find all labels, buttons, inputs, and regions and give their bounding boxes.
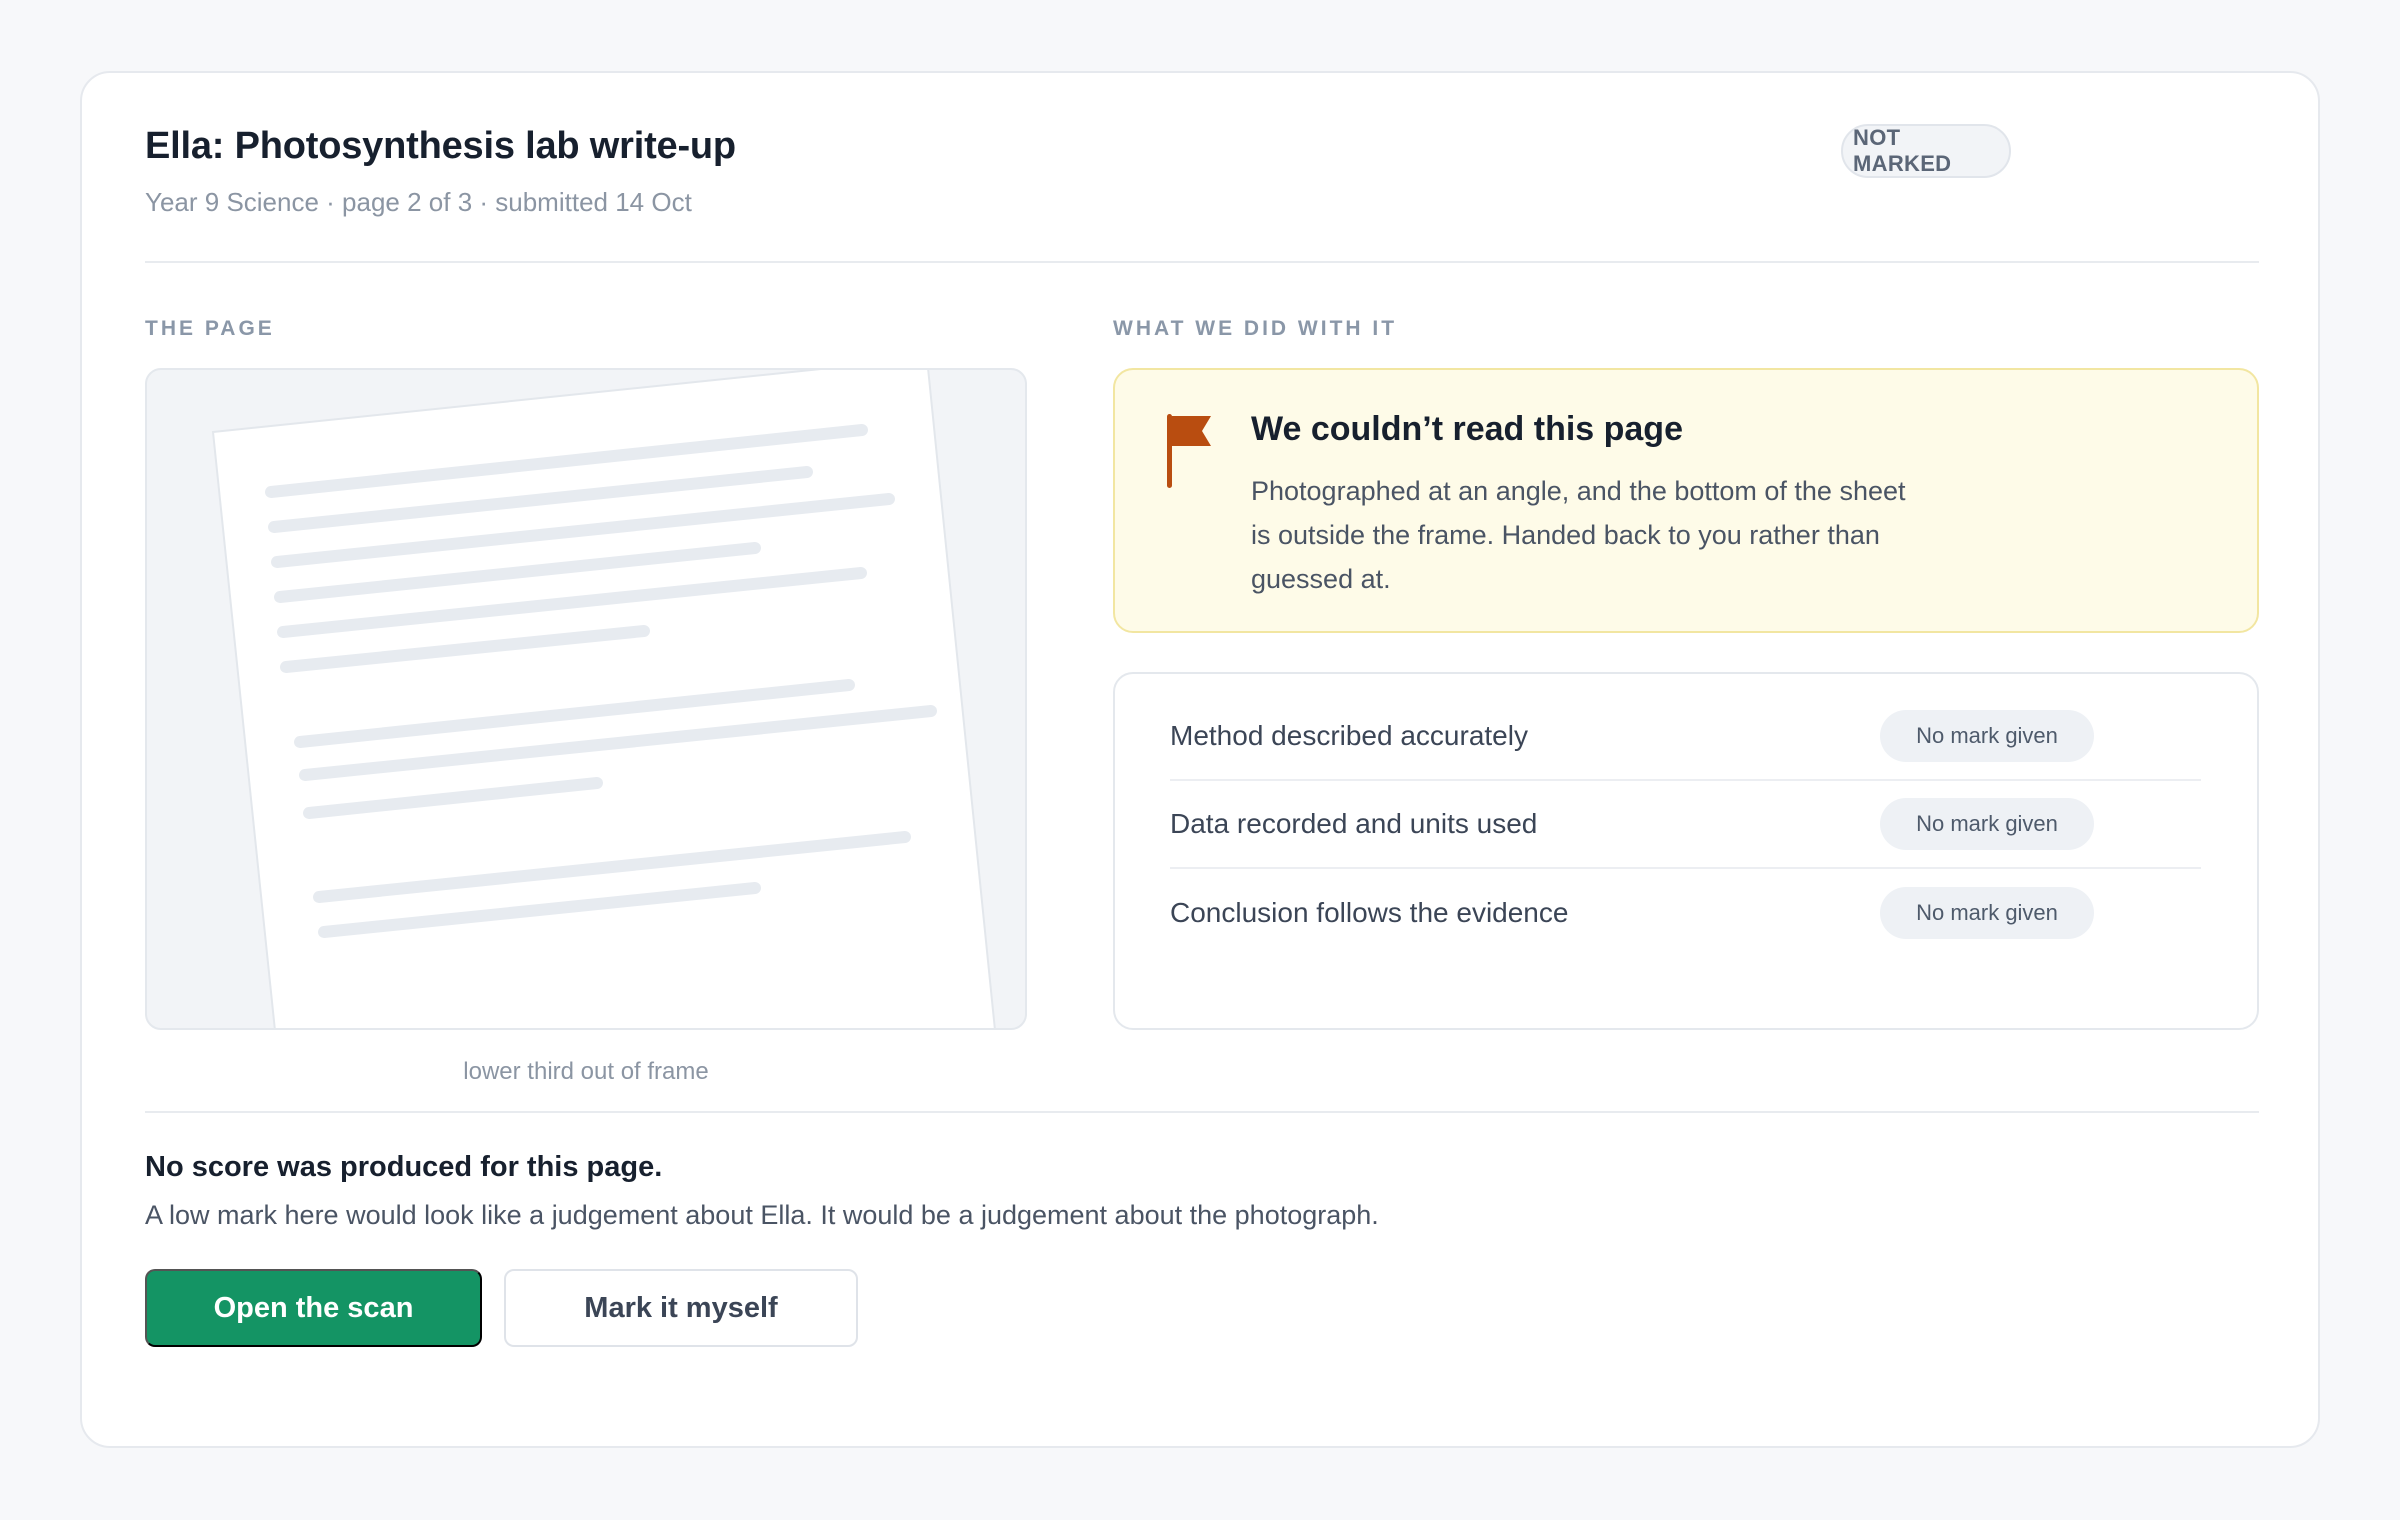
preview-caption: lower third out of frame (463, 1058, 709, 1085)
unreadable-notice: We couldn’t read this page Photographed … (1113, 368, 2259, 633)
criterion-row: Data recorded and units used No mark giv… (1170, 781, 2201, 869)
open-scan-button[interactable]: Open the scan (145, 1269, 482, 1347)
notice-body: Photographed at an angle, and the bottom… (1251, 476, 1906, 594)
criteria-list: Method described accurately No mark give… (1113, 672, 2259, 1030)
header-divider (145, 261, 2259, 263)
mark-myself-button[interactable]: Mark it myself (504, 1269, 858, 1347)
submission-meta: Year 9 Science · page 2 of 3 · submitted… (145, 187, 692, 217)
flag-icon (1167, 414, 1213, 493)
score-explanation: A low mark here would look like a judgem… (145, 1200, 1379, 1230)
footer-divider (145, 1111, 2259, 1113)
review-card: Ella: Photosynthesis lab write-up Year 9… (80, 71, 2320, 1448)
mark-badge: No mark given (1880, 710, 2094, 762)
criterion-label: Conclusion follows the evidence (1170, 897, 1569, 928)
criterion-row: Method described accurately No mark give… (1170, 693, 2201, 781)
score-title: No score was produced for this page. (145, 1151, 663, 1183)
scan-thumbnail (211, 370, 996, 1028)
notice-title: We couldn’t read this page (1251, 410, 1683, 448)
criterion-row: Conclusion follows the evidence No mark … (1170, 869, 2201, 957)
criterion-label: Method described accurately (1170, 720, 1528, 751)
page-title: Ella: Photosynthesis lab write-up (145, 125, 736, 167)
page-scan-preview[interactable] (145, 368, 1027, 1030)
criterion-label: Data recorded and units used (1170, 808, 1538, 839)
mark-badge: No mark given (1880, 798, 2094, 850)
mark-badge: No mark given (1880, 887, 2094, 939)
page-section-label: THE PAGE (145, 317, 275, 340)
status-badge: NOT MARKED (1841, 124, 2011, 178)
result-section-label: WHAT WE DID WITH IT (1113, 317, 1398, 340)
